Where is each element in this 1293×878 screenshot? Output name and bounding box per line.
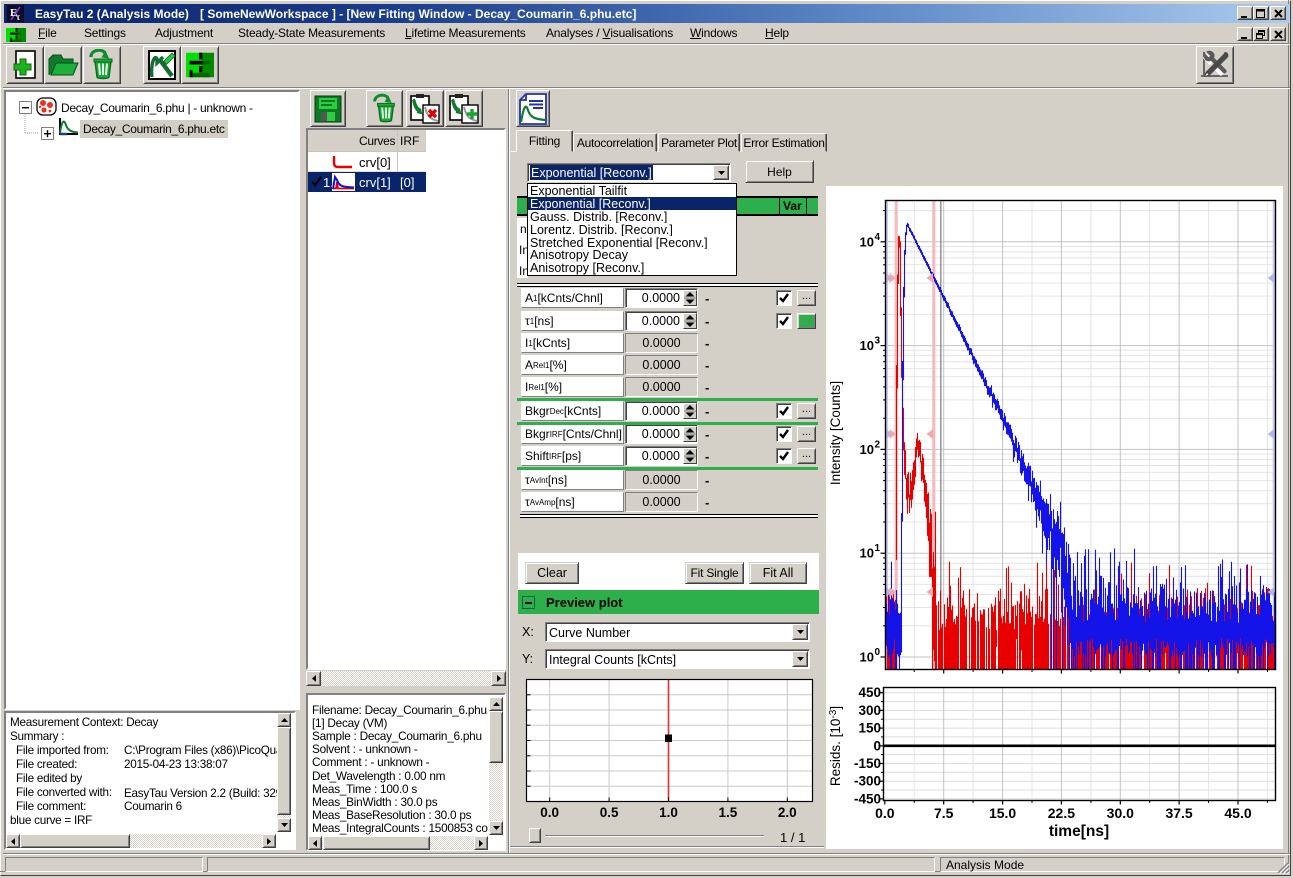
svg-text:0: 0 [875,647,881,658]
svg-text:7.5: 7.5 [934,805,954,821]
svg-text:0.0: 0.0 [875,805,895,821]
svg-text:-300: -300 [854,774,881,789]
svg-text:1: 1 [875,543,881,554]
svg-text:2.0: 2.0 [778,805,797,820]
svg-text:15.0: 15.0 [989,805,1016,821]
svg-text:10: 10 [860,546,874,561]
svg-text:10: 10 [860,442,874,457]
svg-text:10: 10 [860,338,874,353]
svg-text:150: 150 [858,721,881,736]
svg-text:0: 0 [873,738,881,753]
svg-text:10: 10 [860,234,874,249]
svg-text:0.5: 0.5 [600,805,619,820]
svg-text:-150: -150 [854,756,881,771]
svg-text:22.5: 22.5 [1048,805,1075,821]
svg-text:37.5: 37.5 [1165,805,1192,821]
svg-text:2: 2 [875,439,881,450]
svg-text:3: 3 [875,336,881,347]
svg-text:4: 4 [875,232,881,243]
svg-text:45.0: 45.0 [1224,805,1251,821]
svg-text:30.0: 30.0 [1107,805,1134,821]
svg-text:0.0: 0.0 [540,805,559,820]
svg-text:1.0: 1.0 [659,805,678,820]
svg-text:10: 10 [860,650,874,665]
svg-text:Intensity [Counts]: Intensity [Counts] [828,381,843,485]
svg-text:450: 450 [858,685,881,700]
svg-text:1.5: 1.5 [719,805,738,820]
svg-text:time[ns]: time[ns] [1049,823,1109,840]
svg-text:300: 300 [858,703,881,718]
